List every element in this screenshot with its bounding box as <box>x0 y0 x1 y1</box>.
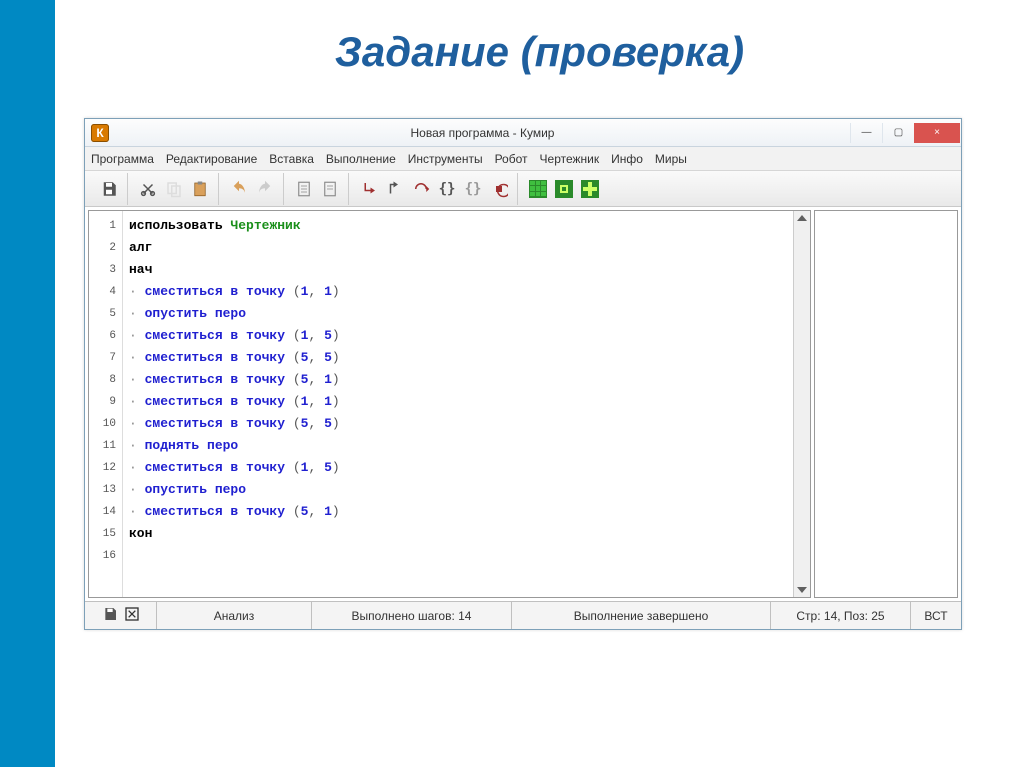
code-line[interactable]: · сместиться в точку (1, 5) <box>129 457 787 479</box>
status-execution: Выполнение завершено <box>512 602 771 629</box>
paste-icon[interactable] <box>188 177 212 201</box>
code-line[interactable]: · сместиться в точку (1, 1) <box>129 391 787 413</box>
step-over-icon[interactable] <box>383 177 407 201</box>
vertical-scrollbar[interactable] <box>793 211 810 597</box>
code-line[interactable]: алг <box>129 237 787 259</box>
slide-title: Задание (проверка) <box>0 0 1024 100</box>
code-line[interactable]: · сместиться в точку (5, 5) <box>129 347 787 369</box>
code-line[interactable] <box>129 545 787 567</box>
code-area[interactable]: использовать Чертежникалгнач· сместиться… <box>123 211 793 597</box>
code-line[interactable]: · поднять перо <box>129 435 787 457</box>
code-line[interactable]: · сместиться в точку (1, 1) <box>129 281 787 303</box>
redo-icon[interactable] <box>253 177 277 201</box>
grid-plus-icon[interactable] <box>578 177 602 201</box>
status-cursor: Стр: 14, Поз: 25 <box>771 602 911 629</box>
cut-icon[interactable] <box>136 177 160 201</box>
code-line[interactable]: · сместиться в точку (5, 5) <box>129 413 787 435</box>
code-line[interactable]: · сместиться в точку (5, 1) <box>129 369 787 391</box>
grid-green-icon[interactable] <box>526 177 550 201</box>
menu-робот[interactable]: Робот <box>495 152 528 166</box>
menu-вставка[interactable]: Вставка <box>269 152 314 166</box>
window-controls: — ▢ × <box>850 123 960 143</box>
line-number: 14 <box>89 501 116 523</box>
line-number: 9 <box>89 391 116 413</box>
line-number: 15 <box>89 523 116 545</box>
code-line[interactable]: использовать Чертежник <box>129 215 787 237</box>
line-gutter: 12345678910111213141516 <box>89 211 123 597</box>
line-number: 3 <box>89 259 116 281</box>
status-save-icon[interactable] <box>102 606 118 625</box>
status-mode: ВСТ <box>911 602 961 629</box>
copy-icon[interactable] <box>162 177 186 201</box>
line-number: 5 <box>89 303 116 325</box>
app-icon: К <box>91 124 109 142</box>
menu-миры[interactable]: Миры <box>655 152 687 166</box>
code-line[interactable]: кон <box>129 523 787 545</box>
menu-программа[interactable]: Программа <box>91 152 154 166</box>
slide-left-bar <box>0 0 55 767</box>
status-close-icon[interactable] <box>124 606 140 625</box>
braces2-icon[interactable]: {} <box>461 177 485 201</box>
line-number: 6 <box>89 325 116 347</box>
line-number: 13 <box>89 479 116 501</box>
save-icon[interactable] <box>97 177 121 201</box>
menu-чертежник[interactable]: Чертежник <box>540 152 600 166</box>
stop-icon[interactable] <box>487 177 511 201</box>
line-number: 4 <box>89 281 116 303</box>
line-number: 2 <box>89 237 116 259</box>
menu-выполнение[interactable]: Выполнение <box>326 152 396 166</box>
close-button[interactable]: × <box>914 123 960 143</box>
line-number: 8 <box>89 369 116 391</box>
line-number: 10 <box>89 413 116 435</box>
menu-инфо[interactable]: Инфо <box>611 152 643 166</box>
menu-редактирование[interactable]: Редактирование <box>166 152 257 166</box>
code-line[interactable]: · опустить перо <box>129 303 787 325</box>
run-icon[interactable] <box>409 177 433 201</box>
side-panel <box>814 210 958 598</box>
grid-square-icon[interactable] <box>552 177 576 201</box>
doc-icon[interactable] <box>292 177 316 201</box>
app-window: К Новая программа - Кумир — ▢ × Программ… <box>84 118 962 630</box>
line-number: 12 <box>89 457 116 479</box>
code-line[interactable]: · сместиться в точку (1, 5) <box>129 325 787 347</box>
line-number: 16 <box>89 545 116 567</box>
line-number: 11 <box>89 435 116 457</box>
line-number: 1 <box>89 215 116 237</box>
minimize-button[interactable]: — <box>850 123 882 143</box>
line-number: 7 <box>89 347 116 369</box>
titlebar[interactable]: К Новая программа - Кумир — ▢ × <box>85 119 961 147</box>
statusbar: Анализ Выполнено шагов: 14 Выполнение за… <box>85 601 961 629</box>
content-area: 12345678910111213141516 использовать Чер… <box>85 207 961 601</box>
braces-icon[interactable]: {} <box>435 177 459 201</box>
status-steps: Выполнено шагов: 14 <box>312 602 512 629</box>
status-analysis[interactable]: Анализ <box>157 602 312 629</box>
menubar: Программа Редактирование Вставка Выполнение… <box>85 147 961 171</box>
window-title: Новая программа - Кумир <box>115 126 850 140</box>
doc2-icon[interactable] <box>318 177 342 201</box>
undo-icon[interactable] <box>227 177 251 201</box>
toolbar: {} {} <box>85 171 961 207</box>
code-line[interactable]: нач <box>129 259 787 281</box>
step-into-icon[interactable] <box>357 177 381 201</box>
editor[interactable]: 12345678910111213141516 использовать Чер… <box>88 210 811 598</box>
menu-инструменты[interactable]: Инструменты <box>408 152 483 166</box>
code-line[interactable]: · сместиться в точку (5, 1) <box>129 501 787 523</box>
maximize-button[interactable]: ▢ <box>882 123 914 143</box>
code-line[interactable]: · опустить перо <box>129 479 787 501</box>
